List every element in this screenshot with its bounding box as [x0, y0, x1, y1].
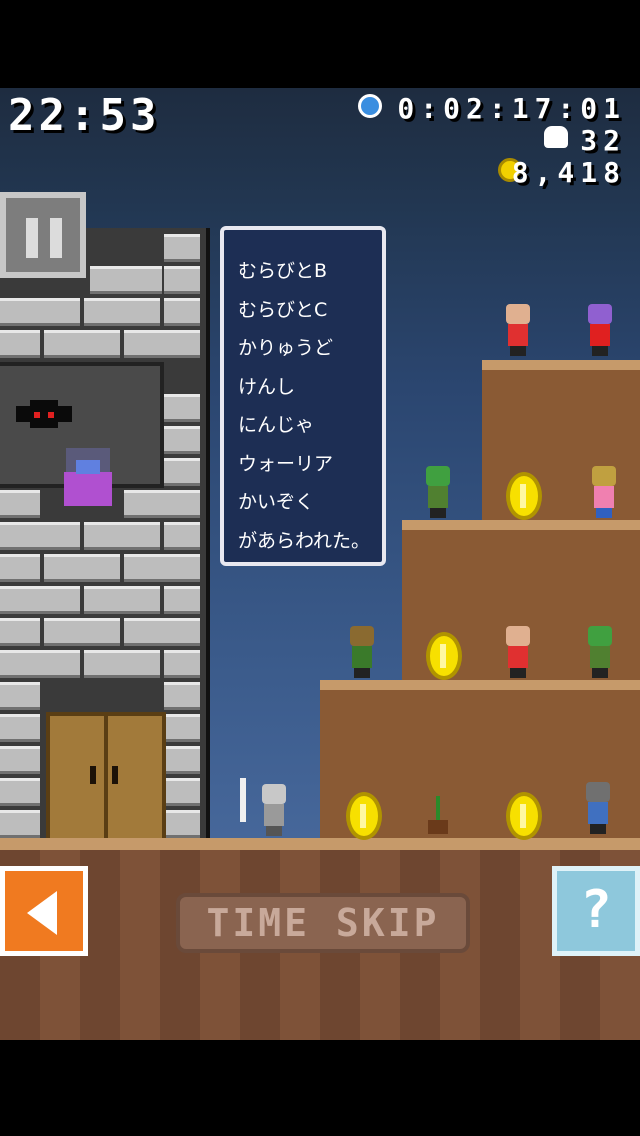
message-line: かりゅうど [238, 337, 334, 359]
coin-pickup[interactable] [346, 792, 382, 840]
ninja-character [580, 300, 620, 356]
back-arrow-icon [27, 891, 57, 935]
message-line: ウォーリア [238, 452, 334, 475]
castle-door-left [46, 712, 108, 842]
sword-icon [240, 778, 246, 822]
kill-count: 32 [580, 124, 626, 157]
knight-hero [254, 780, 294, 836]
message-line: むらびとB [238, 260, 328, 282]
message-line: かいぞく [238, 491, 315, 513]
ground-bottom [0, 1040, 640, 1136]
pirate-character [578, 778, 618, 834]
message-line: けんし [238, 375, 296, 398]
back-button[interactable] [0, 866, 88, 956]
coin-pickup[interactable] [506, 792, 542, 840]
help-button[interactable]: ? [552, 866, 640, 956]
hunter-character [418, 462, 458, 518]
bat-enemy [16, 400, 72, 430]
message-line: にんじゃ [238, 414, 315, 436]
message-box: むらびとB むらびとC かりゅうど けんし にんじゃ ウォーリア かいぞく があ… [220, 226, 386, 566]
pause-button[interactable] [0, 192, 86, 278]
time-skip-button[interactable]: TIME SKIP [176, 893, 470, 953]
warrior-character [498, 622, 538, 678]
game-clock: 22:53 [8, 90, 161, 141]
help-icon: ? [580, 880, 612, 940]
castle-door-right [104, 712, 166, 842]
clock-icon [358, 94, 382, 118]
villager-character [584, 462, 624, 518]
gold-count: 8,418 [511, 156, 626, 189]
elapsed-time: 0:02:17:01 [397, 92, 626, 125]
message-line: があらわれた。 [238, 529, 371, 552]
demon-enemy [56, 444, 120, 508]
sprout-icon [428, 796, 448, 836]
coin-pickup[interactable] [506, 472, 542, 520]
coin-pickup[interactable] [426, 632, 462, 680]
warrior-character [498, 300, 538, 356]
villager-character [342, 622, 382, 678]
skull-icon [544, 126, 568, 148]
message-line: むらびとC [238, 298, 328, 321]
hunter-character [580, 622, 620, 678]
ground-top [0, 838, 640, 850]
